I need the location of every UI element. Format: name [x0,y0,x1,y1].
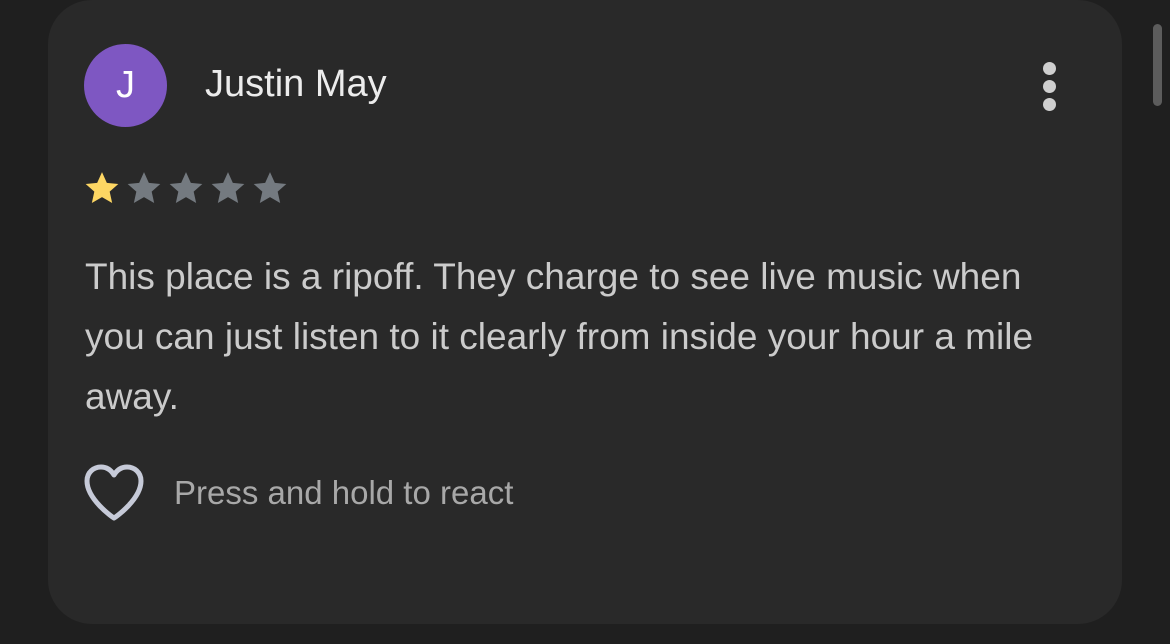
star-rating [82,168,290,208]
avatar-initial: J [116,64,135,106]
heart-outline-icon [84,464,144,521]
scrollbar[interactable] [1153,24,1162,106]
star-filled-icon [85,172,119,203]
react-label: Press and hold to react [174,474,514,511]
reviewer-name[interactable]: Justin May [205,62,387,106]
review-text: This place is a ripoff. They charge to s… [85,256,1034,417]
reviews-page: J Justin May This place is a ripoff. The… [0,0,1170,644]
more-vertical-icon [1043,62,1056,75]
react-button[interactable]: Press and hold to react [82,462,513,524]
more-options-button[interactable] [1030,56,1070,116]
avatar[interactable]: J [84,44,167,127]
star-empty-icon [127,172,161,203]
star-empty-icon [211,172,245,203]
star-empty-icon [253,172,287,203]
star-empty-icon [169,172,203,203]
